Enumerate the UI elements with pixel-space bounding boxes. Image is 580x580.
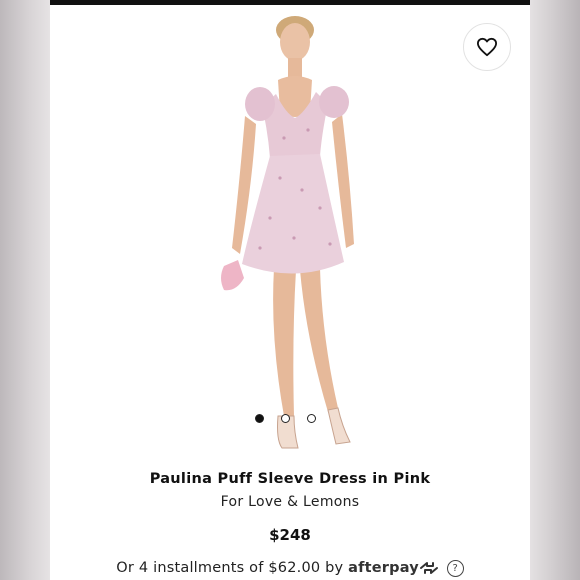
- question-circle-icon[interactable]: ?: [446, 560, 464, 577]
- favorite-button[interactable]: [463, 23, 511, 71]
- background-right: [530, 0, 580, 580]
- product-title: Paulina Puff Sleeve Dress in Pink: [149, 471, 431, 487]
- image-carousel-dots: [255, 414, 316, 423]
- product-page: Paulina Puff Sleeve Dress in Pink For Lo…: [50, 0, 530, 580]
- afterpay-logo: afterpay: [348, 560, 419, 576]
- carousel-dot[interactable]: [307, 414, 316, 423]
- product-price: $248: [269, 526, 311, 544]
- heart-icon: [476, 37, 497, 57]
- afterpay-arrows-icon: [419, 562, 438, 574]
- background-left: [0, 0, 50, 580]
- carousel-dot[interactable]: [255, 414, 264, 423]
- installment-amount: $62.00: [268, 560, 321, 576]
- product-brand[interactable]: For Love & Lemons: [50, 494, 530, 510]
- status-bar: [50, 0, 530, 5]
- installments-by: by: [325, 560, 344, 576]
- afterpay-installments: Or 4 installments of $62.00 by afterpay …: [50, 560, 530, 577]
- installments-prefix: Or 4 installments of: [116, 560, 264, 576]
- product-image[interactable]: [210, 8, 370, 460]
- carousel-dot[interactable]: [281, 414, 290, 423]
